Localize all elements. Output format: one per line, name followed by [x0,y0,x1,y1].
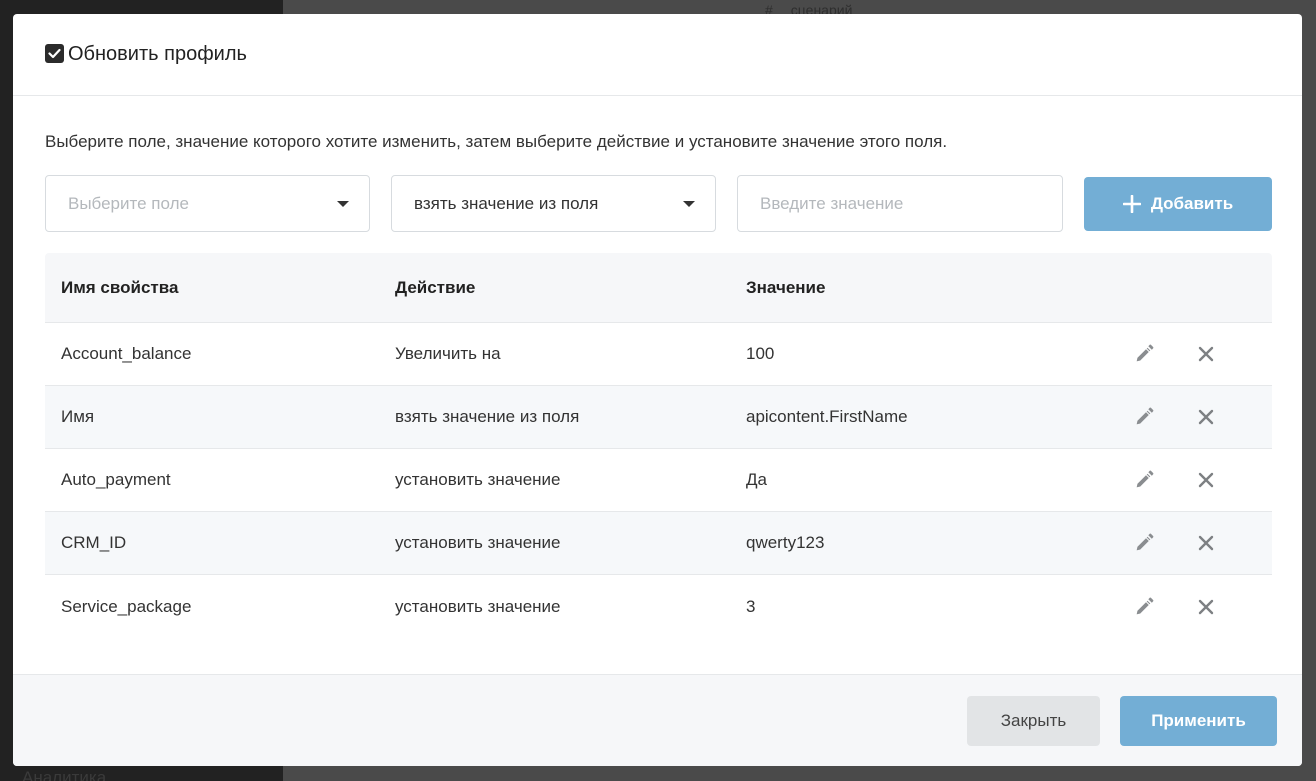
table-row: Service_package установить значение 3 [45,575,1272,638]
row-actions [1114,405,1218,429]
table-row: Account_balance Увеличить на 100 [45,323,1272,386]
modal-body: Выберите поле, значение которого хотите … [13,96,1302,638]
pencil-icon[interactable] [1132,531,1156,555]
row-actions [1114,531,1218,555]
background-sidebar-label: Аналитика [22,768,107,781]
row-value: 3 [746,596,756,616]
modal-title: Обновить профиль [68,43,247,65]
modal-footer: Закрыть Применить [13,674,1302,766]
pencil-icon[interactable] [1132,595,1156,619]
row-value: apicontent.FirstName [746,407,908,426]
row-name: CRM_ID [61,533,127,552]
row-actions [1114,468,1218,492]
row-action: установить значение [395,533,561,552]
row-action: установить значение [395,596,561,616]
plus-icon [1122,194,1141,213]
action-select-value: взять значение из поля [414,193,599,213]
row-name: Account_balance [61,344,192,363]
apply-button[interactable]: Применить [1120,696,1277,746]
checkbox-checked-icon[interactable] [45,44,64,63]
row-value: Да [746,470,767,489]
description-text: Выберите поле, значение которого хотите … [45,132,948,151]
close-button[interactable]: Закрыть [967,696,1100,746]
chevron-down-icon [337,200,349,207]
column-header-name: Имя свойства [61,277,179,297]
row-actions [1114,342,1218,366]
row-name: Имя [61,407,95,426]
value-input[interactable] [737,175,1063,232]
pencil-icon[interactable] [1132,342,1156,366]
table-header: Имя свойства Действие Значение [45,253,1272,323]
close-icon[interactable] [1194,405,1218,429]
column-header-action: Действие [395,277,476,297]
controls-row: Выберите поле взять значение из поля Доб… [45,175,1272,232]
close-icon[interactable] [1194,595,1218,619]
row-actions [1114,595,1218,619]
pencil-icon[interactable] [1132,468,1156,492]
row-action: Увеличить на [395,344,501,363]
table-row: Auto_payment установить значение Да [45,449,1272,512]
table-row: Имя взять значение из поля apicontent.Fi… [45,386,1272,449]
field-select[interactable]: Выберите поле [45,175,370,232]
close-icon[interactable] [1194,342,1218,366]
close-icon[interactable] [1194,468,1218,492]
row-name: Service_package [61,596,192,616]
close-icon[interactable] [1194,531,1218,555]
pencil-icon[interactable] [1132,405,1156,429]
modal-header: Обновить профиль [13,14,1302,96]
row-value: 100 [746,344,775,363]
row-value: qwerty123 [746,533,825,552]
add-button-label: Добавить [1150,193,1234,213]
chevron-down-icon [683,200,695,207]
row-action: взять значение из поля [395,407,580,426]
update-profile-modal: Обновить профиль Выберите поле, значение… [13,14,1302,766]
row-name: Auto_payment [61,470,171,489]
action-select[interactable]: взять значение из поля [391,175,716,232]
field-select-placeholder: Выберите поле [68,193,189,213]
row-action: установить значение [395,470,561,489]
table-row: CRM_ID установить значение qwerty123 [45,512,1272,575]
properties-table: Имя свойства Действие Значение Account_b… [45,253,1272,638]
column-header-value: Значение [746,277,826,297]
add-button[interactable]: Добавить [1084,176,1272,231]
